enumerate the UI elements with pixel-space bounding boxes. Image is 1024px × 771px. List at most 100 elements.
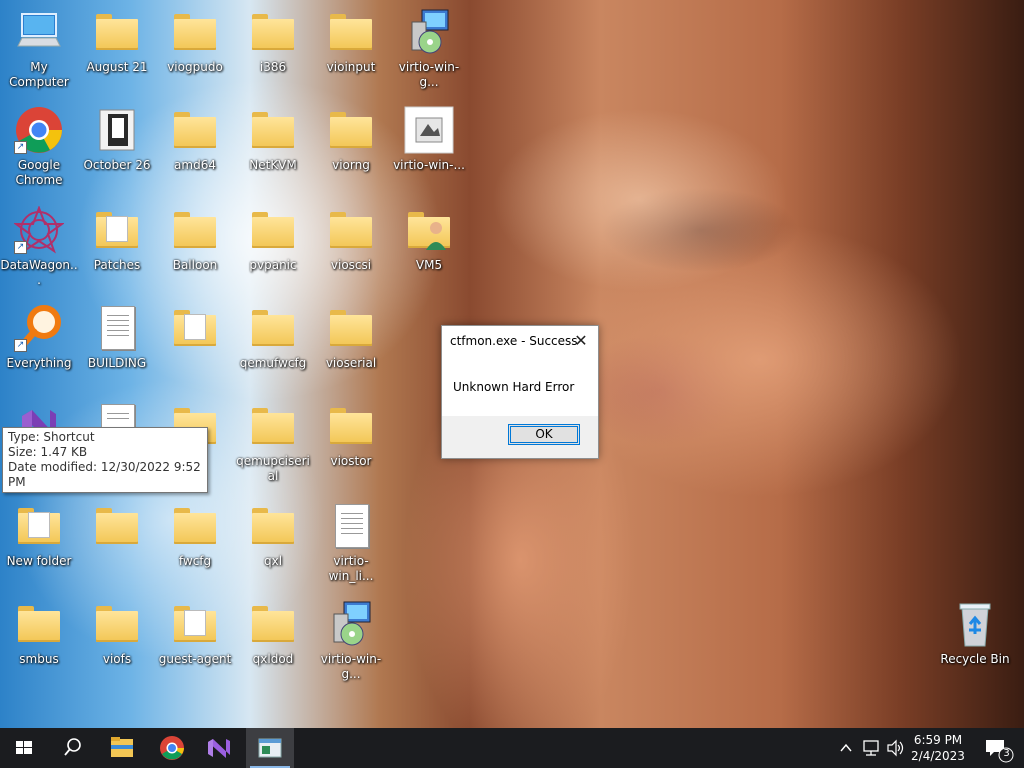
chrome-icon: [160, 736, 184, 760]
desktop-icon-viostor[interactable]: viostor: [312, 402, 390, 469]
shortcut-arrow-icon: ↗: [14, 241, 27, 254]
desktop-icon-i386[interactable]: i386: [234, 8, 312, 75]
desktop-icon-label: Patches: [93, 258, 141, 272]
tooltip-date-modified: Date modified: 12/30/2022 9:52 PM: [8, 460, 201, 489]
desktop-icon-netkvm[interactable]: NetKVM: [234, 106, 312, 173]
desktop-icon-label: virtio-win-...: [393, 158, 465, 172]
installer-icon: [326, 600, 376, 648]
desktop-icon-datawagon[interactable]: ↗ DataWagon...: [0, 205, 78, 288]
desktop-icon-label: qemufwcfg: [239, 356, 307, 370]
desktop-icon-fwcfg[interactable]: fwcfg: [156, 502, 234, 569]
folder-icon: [92, 206, 142, 254]
desktop-icon-label: virtio-win-g...: [398, 60, 460, 89]
desktop-icon-label: vioscsi: [330, 258, 372, 272]
desktop-icon-label: vioserial: [325, 356, 377, 370]
desktop-icon-folder-doc[interactable]: [156, 304, 234, 356]
folder-icon: [170, 206, 220, 254]
start-button[interactable]: [0, 728, 48, 768]
desktop-icon-patches[interactable]: Patches: [78, 206, 156, 273]
folder-icon: [326, 304, 376, 352]
desktop-icon-my-computer[interactable]: My Computer: [0, 8, 78, 90]
desktop-icon-virtio-win-li[interactable]: virtio-win_li...: [312, 502, 390, 584]
desktop-icon-label: viogpudo: [167, 60, 223, 74]
desktop-icon-pvpanic[interactable]: pvpanic: [234, 206, 312, 273]
desktop: My Computer ↗ Google Chrome ↗ DataWagon.…: [0, 0, 1024, 728]
desktop-icon-virtio-win-guest-tools[interactable]: virtio-win-g...: [390, 8, 468, 90]
desktop-icon-folder[interactable]: [78, 502, 156, 554]
desktop-icon-qxldod[interactable]: qxldod: [234, 600, 312, 667]
volume-button[interactable]: [884, 728, 906, 768]
desktop-icon-amd64[interactable]: amd64: [156, 106, 234, 173]
folder-icon: [170, 8, 220, 56]
desktop-icon-viorng[interactable]: viorng: [312, 106, 390, 173]
shortcut-tooltip: Type: Shortcut Size: 1.47 KB Date modifi…: [2, 427, 208, 493]
clock[interactable]: 6:59 PM 2/4/2023: [908, 732, 968, 764]
desktop-icon-label: amd64: [174, 158, 216, 172]
desktop-icon-label: Balloon: [172, 258, 218, 272]
search-icon: [64, 738, 81, 756]
desktop-icon-label: VM5: [415, 258, 443, 272]
desktop-icon-viogpudo[interactable]: viogpudo: [156, 8, 234, 75]
folder-icon: [14, 600, 64, 648]
taskbar: 6:59 PM 2/4/2023 3: [0, 728, 1024, 768]
desktop-icon-label: virtio-win-g...: [320, 652, 382, 681]
tooltip-type: Type: Shortcut: [8, 430, 95, 444]
folder-icon: [326, 206, 376, 254]
desktop-icon-smbus[interactable]: smbus: [0, 600, 78, 667]
visual-studio-icon: [208, 739, 230, 758]
desktop-icon-label: October 26: [83, 158, 151, 172]
desktop-icon-virtio-win-image[interactable]: virtio-win-...: [390, 106, 468, 173]
desktop-icon-building[interactable]: BUILDING: [78, 304, 156, 371]
chrome-icon: ↗: [14, 106, 64, 154]
datawagon-icon: ↗: [12, 205, 66, 254]
dialog-message: Unknown Hard Error: [453, 380, 575, 394]
folder-icon: [170, 600, 220, 648]
search-button[interactable]: [48, 728, 96, 768]
active-window-taskbar-button[interactable]: [246, 728, 294, 768]
desktop-icon-august-21[interactable]: August 21: [78, 8, 156, 75]
desktop-icon-vioscsi[interactable]: vioscsi: [312, 206, 390, 273]
folder-icon: [92, 8, 142, 56]
folder-icon: [170, 502, 220, 550]
app-window-icon: [258, 738, 282, 758]
folder-icon: [170, 106, 220, 154]
close-icon[interactable]: ✕: [570, 330, 592, 352]
desktop-icon-label: smbus: [19, 652, 59, 666]
desktop-icon-qxl[interactable]: qxl: [234, 502, 312, 569]
ok-button[interactable]: OK: [508, 424, 580, 445]
network-button[interactable]: [860, 728, 882, 768]
file-explorer-button[interactable]: [98, 728, 146, 768]
desktop-icon-vioinput[interactable]: vioinput: [312, 8, 390, 75]
desktop-icon-label: guest-agent: [158, 652, 232, 666]
document-icon: [326, 502, 376, 550]
desktop-icon-label: My Computer: [9, 60, 69, 89]
image-file-icon: [404, 106, 454, 154]
computer-icon: [14, 8, 64, 56]
desktop-icon-viofs[interactable]: viofs: [78, 600, 156, 667]
desktop-icon-october-26[interactable]: October 26: [78, 106, 156, 173]
desktop-icon-label: BUILDING: [87, 356, 147, 370]
desktop-icon-guest-agent[interactable]: guest-agent: [156, 600, 234, 667]
desktop-icon-google-chrome[interactable]: ↗ Google Chrome: [0, 106, 78, 188]
desktop-icon-vm5[interactable]: VM5: [390, 206, 468, 273]
folder-icon: [14, 502, 64, 550]
network-icon: [863, 740, 879, 756]
folder-icon: [248, 8, 298, 56]
visual-studio-taskbar-button[interactable]: [196, 728, 244, 768]
desktop-icon-recycle-bin[interactable]: Recycle Bin: [936, 600, 1014, 667]
desktop-icon-virtio-win-guest-tools[interactable]: virtio-win-g...: [312, 600, 390, 682]
desktop-icon-label: Everything: [6, 356, 72, 370]
folder-icon: [248, 206, 298, 254]
action-center-button[interactable]: 3: [978, 728, 1018, 768]
desktop-icon-label: DataWagon...: [0, 258, 78, 287]
desktop-icon-new-folder[interactable]: New folder: [0, 502, 78, 569]
desktop-icon-everything[interactable]: ↗ Everything: [0, 304, 78, 371]
desktop-icon-balloon[interactable]: Balloon: [156, 206, 234, 273]
desktop-icon-qemufwcfg[interactable]: qemufwcfg: [234, 304, 312, 371]
show-hidden-icons-button[interactable]: [836, 728, 856, 768]
desktop-icon-vioserial[interactable]: vioserial: [312, 304, 390, 371]
desktop-icon-label: viofs: [102, 652, 132, 666]
chrome-taskbar-button[interactable]: [148, 728, 196, 768]
desktop-icon-qemupciserial[interactable]: qemupciserial: [234, 402, 312, 484]
desktop-icon-label: New folder: [6, 554, 72, 568]
